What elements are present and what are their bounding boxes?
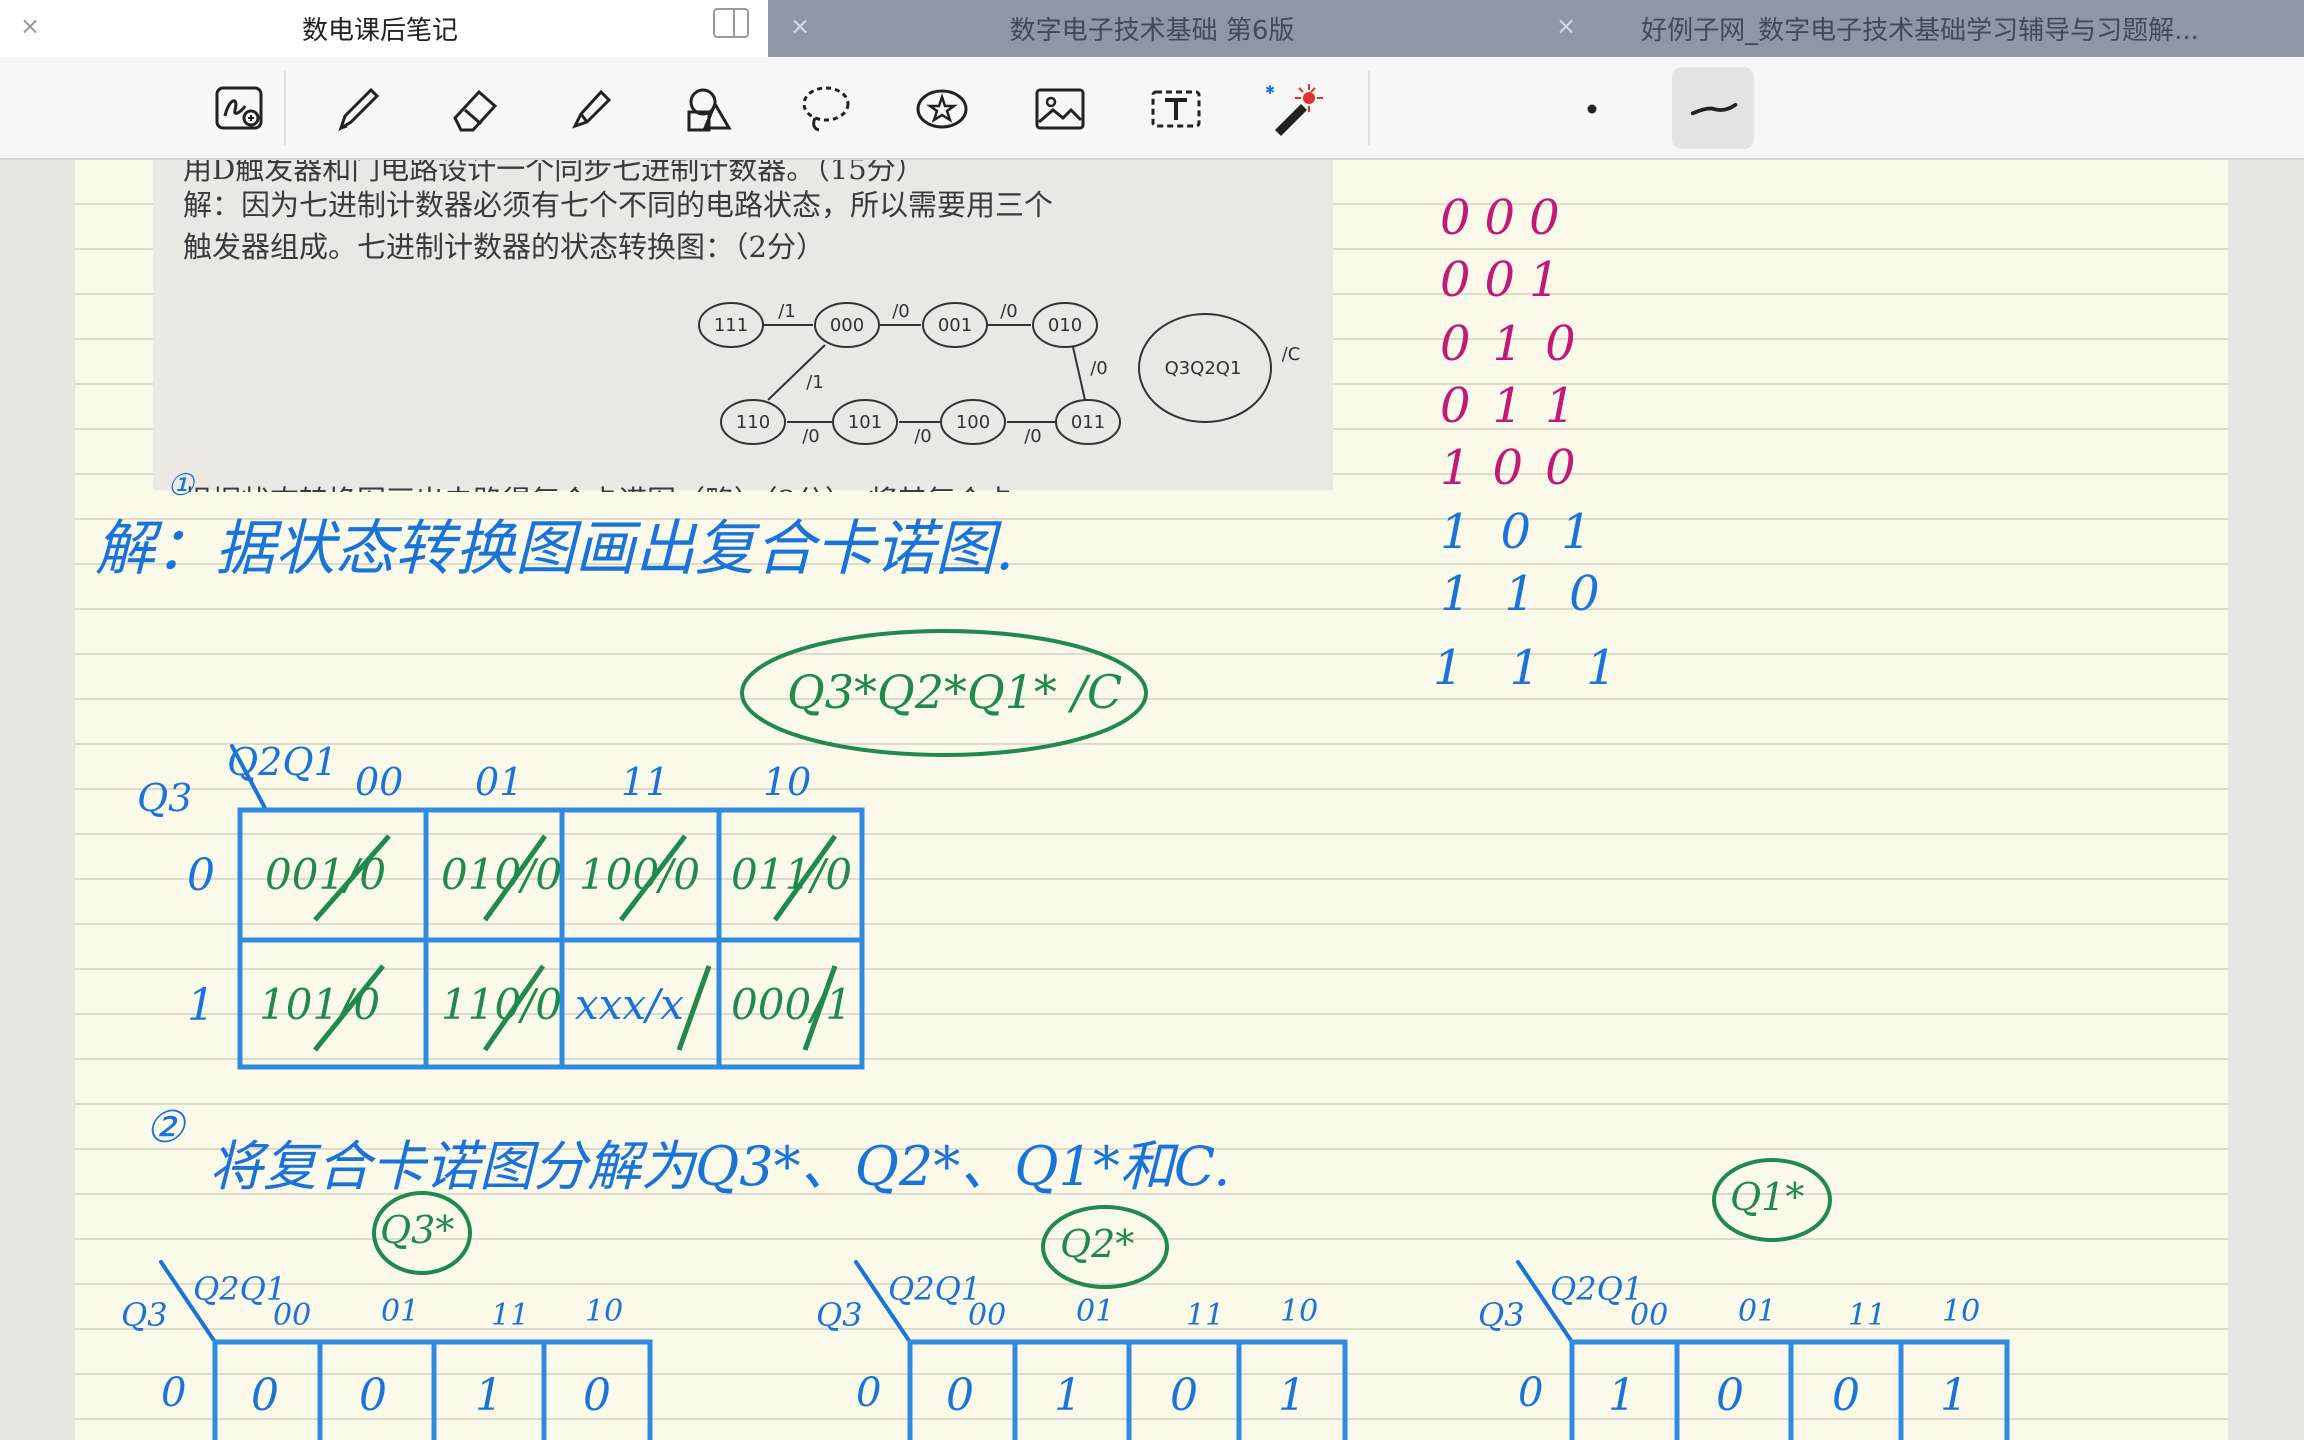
lasso-icon[interactable] [794, 77, 858, 141]
note-heading: 解：据状态转换图画出复合卡诺图. [95, 514, 1015, 584]
col-header: 11 [491, 1298, 530, 1333]
col-header: 11 [621, 760, 670, 804]
col-header: 10 [585, 1294, 624, 1329]
col-header: 01 [381, 1294, 420, 1329]
col-header: 01 [1076, 1294, 1115, 1329]
binary-code: 001 [1440, 252, 1574, 308]
binary-code: 100 [1440, 440, 1598, 496]
lasso-zoom-icon[interactable] [208, 77, 272, 141]
tab-exercises[interactable]: × 好例子网_数字电子技术基础学习辅导与习题解... [1536, 0, 2304, 57]
kmap-cell: 100/0 [579, 850, 701, 899]
step-number: ① [167, 468, 194, 503]
binary-code: 111 [1433, 640, 1663, 696]
submap-cell: 1 [1278, 1370, 1306, 1421]
submap-cell: 0 [359, 1370, 387, 1421]
kmap-cell: 011/0 [731, 850, 853, 899]
toolbar: ✱ [0, 57, 2304, 160]
step-number: ② [145, 1102, 185, 1153]
col-header: 00 [1630, 1298, 1669, 1333]
kmap-cell: 000/1 [731, 980, 853, 1029]
tab-title: 好例子网_数字电子技术基础学习辅导与习题解... [1641, 16, 2199, 46]
pen-dot-icon[interactable] [1560, 77, 1624, 141]
submap-cell: 0 [583, 1370, 611, 1421]
binary-code: 110 [1440, 566, 1634, 622]
divider [284, 71, 286, 145]
col-header: 10 [763, 760, 812, 804]
row-var-label: Q3 [137, 776, 193, 820]
submap-cell: 0 [1832, 1370, 1860, 1421]
divider [1368, 71, 1370, 145]
binary-code: 000 [1440, 190, 1574, 246]
kmap-cell: xxx/x [575, 980, 684, 1029]
submap-cell: 0 [946, 1370, 974, 1421]
sticker-icon[interactable] [910, 77, 974, 141]
eraser-icon[interactable] [442, 77, 506, 141]
pen-icon[interactable] [326, 77, 390, 141]
highlighter-icon[interactable] [558, 77, 622, 141]
col-header: 01 [475, 760, 524, 804]
tab-title: 数字电子技术基础 第6版 [1009, 16, 1295, 46]
row-header: 0 [187, 850, 215, 901]
kmap-cell: 101/0 [259, 980, 381, 1029]
col-var-label: Q2Q1 [227, 740, 338, 784]
row-header: 1 [187, 980, 215, 1031]
row-header: 0 [856, 1370, 882, 1416]
submap-cell: 1 [1940, 1370, 1968, 1421]
submap-title: Q1* [1730, 1175, 1805, 1219]
submap-cell: 0 [1716, 1370, 1744, 1421]
row-header: 0 [1518, 1370, 1544, 1416]
text-icon[interactable] [1144, 77, 1208, 141]
binary-code: 010 [1440, 316, 1598, 372]
output-label: Q3*Q2*Q1* /C [787, 665, 1123, 719]
image-icon[interactable] [1028, 77, 1092, 141]
col-header: 11 [1848, 1298, 1887, 1333]
stroke-style-icon[interactable] [1672, 67, 1754, 149]
submap-cell: 0 [1170, 1370, 1198, 1421]
col-header: 10 [1942, 1294, 1981, 1329]
submap-title: Q2* [1060, 1222, 1135, 1266]
svg-text:✱: ✱ [1265, 83, 1275, 97]
col-header: 11 [1186, 1298, 1225, 1333]
shapes-icon[interactable] [676, 77, 740, 141]
tab-notes[interactable]: × 数电课后笔记 [0, 0, 768, 57]
kmap-cell: 110/0 [441, 980, 563, 1029]
submap-cell: 1 [475, 1370, 503, 1421]
col-header: 10 [1280, 1294, 1319, 1329]
col-header: 00 [273, 1298, 312, 1333]
row-var-label: Q3 [121, 1296, 168, 1334]
tab-title: 数电课后笔记 [301, 16, 458, 46]
row-header: 0 [161, 1370, 187, 1416]
laser-pointer-icon[interactable]: ✱ [1262, 77, 1326, 141]
submap-cell: 0 [251, 1370, 279, 1421]
tab-textbook[interactable]: × 数字电子技术基础 第6版 [770, 0, 1534, 57]
note-page[interactable]: 用D触发器和门电路设计一个同步七进制计数器。（15分） 解：因为七进制计数器必须… [75, 160, 2228, 1440]
row-var-label: Q3 [816, 1296, 863, 1334]
tab-bar: × 数电课后笔记 × 数字电子技术基础 第6版 × 好例子网_数字电子技术基础学… [0, 0, 2304, 57]
note-heading: 将复合卡诺图分解为Q3*、Q2*、Q1*和C. [209, 1135, 1231, 1198]
binary-code: 011 [1440, 378, 1598, 434]
submap-cell: 1 [1054, 1370, 1082, 1421]
kmap-cell: 001/0 [265, 850, 387, 899]
binary-code: 101 [1440, 504, 1622, 560]
col-header: 00 [355, 760, 404, 804]
submap-title: Q3* [380, 1208, 455, 1252]
row-var-label: Q3 [1478, 1296, 1525, 1334]
split-view-icon[interactable] [713, 8, 749, 38]
submap-cell: 1 [1608, 1370, 1636, 1421]
kmap-cell: 010/0 [441, 850, 563, 899]
col-header: 01 [1738, 1294, 1777, 1329]
col-header: 00 [968, 1298, 1007, 1333]
